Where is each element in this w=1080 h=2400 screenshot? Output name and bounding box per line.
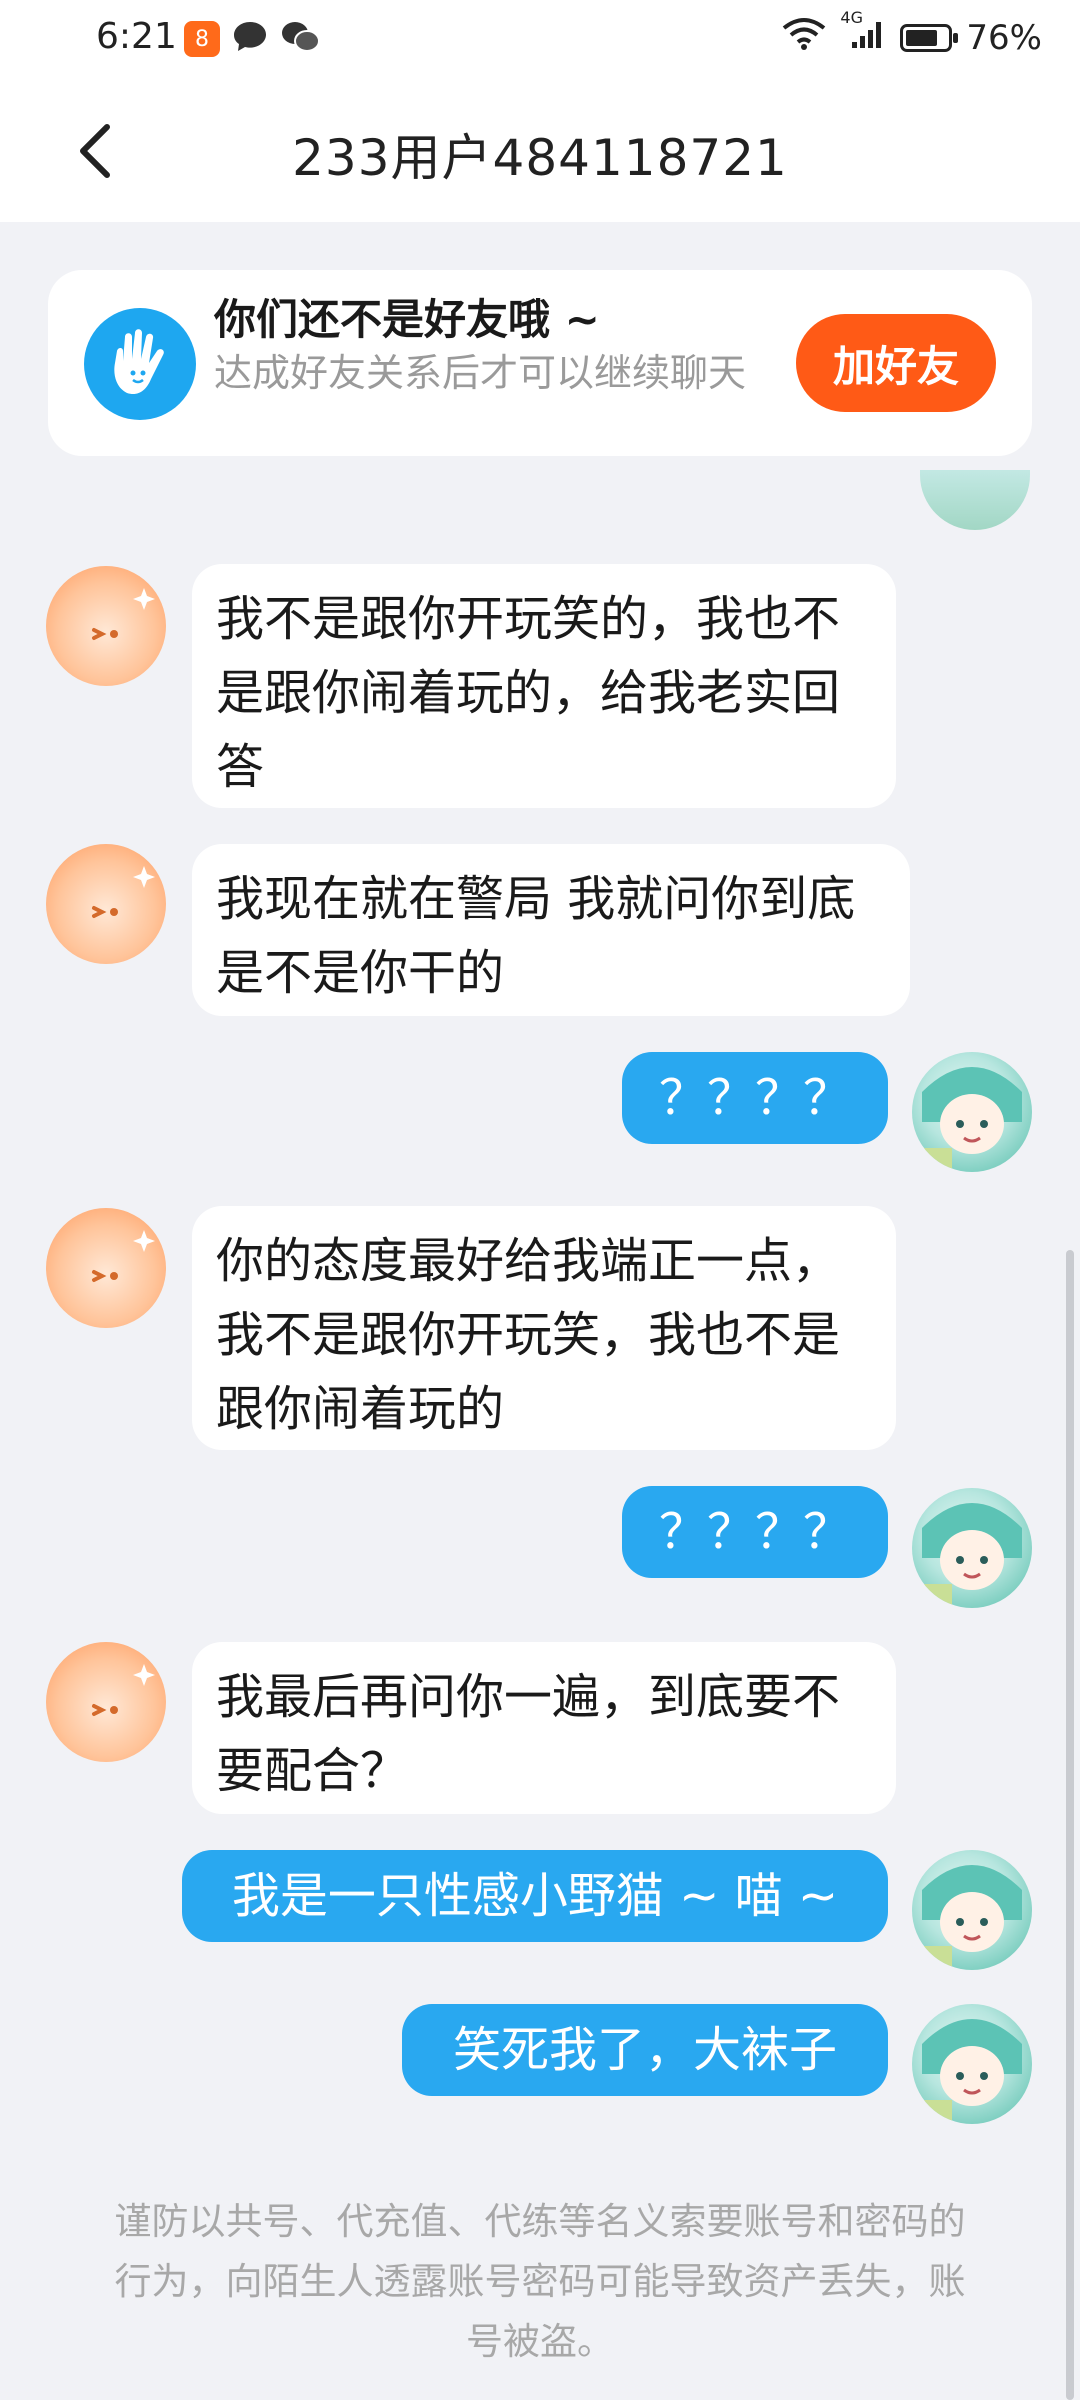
other-avatar[interactable] xyxy=(46,1642,166,1762)
message-bubble-received[interactable]: 你的态度最好给我端正一点，我不是跟你开玩笑，我也不是跟你闹着玩的 xyxy=(192,1206,896,1450)
avatar-face-icon xyxy=(92,588,155,640)
battery-icon xyxy=(900,23,959,52)
other-avatar[interactable] xyxy=(46,566,166,686)
avatar-face-icon xyxy=(92,866,155,918)
status-bar: 6:21 8 4G 76% xyxy=(0,0,1080,80)
other-avatar[interactable] xyxy=(46,844,166,964)
friend-notice-card: 你们还不是好友哦 ~ 达成好友关系后才可以继续聊天 加好友 xyxy=(48,270,1032,456)
message-bubble-sent[interactable]: ？？？？ xyxy=(622,1052,888,1144)
message-bubble-sent[interactable]: 笑死我了，大袜子 xyxy=(402,2004,888,2096)
signal-icon: 4G xyxy=(840,8,886,59)
message-bubble-received[interactable]: 我不是跟你开玩笑的，我也不是跟你闹着玩的，给我老实回答 xyxy=(192,564,896,808)
message-bubble-sent[interactable]: 我是一只性感小野猫 ~ 喵 ~ xyxy=(182,1850,888,1942)
avatar-face-icon xyxy=(92,1230,155,1282)
message-bubble-sent[interactable]: ？？？？ xyxy=(622,1486,888,1578)
self-avatar[interactable] xyxy=(912,1850,1032,1970)
friend-notice-subtitle: 达成好友关系后才可以继续聊天 xyxy=(214,351,747,395)
message-bubble-icon xyxy=(232,20,268,58)
avatar-character-icon xyxy=(912,1503,1022,1608)
wechat-icon xyxy=(280,20,320,58)
battery-level xyxy=(906,29,937,46)
friend-notice-title: 你们还不是好友哦 ~ xyxy=(214,295,600,344)
message-bubble-received[interactable]: 我最后再问你一遍，到底要不要配合？ xyxy=(192,1642,896,1814)
avatar-character-icon xyxy=(912,2019,1022,2124)
self-avatar[interactable] xyxy=(912,1488,1032,1608)
avatar-character-icon xyxy=(912,1067,1022,1172)
message-bubble-received[interactable]: 我现在就在警局 我就问你到底是不是你干的 xyxy=(192,844,910,1016)
chat-header: 233用户484118721 xyxy=(0,80,1080,222)
notification-icons: 8 xyxy=(184,20,320,58)
avatar-face-icon xyxy=(92,1664,155,1716)
page-title: 233用户484118721 xyxy=(292,129,788,187)
avatar-character-icon xyxy=(912,1865,1022,1970)
scrollbar[interactable] xyxy=(1066,1250,1074,2400)
security-warning: 谨防以共号、代充值、代练等名义索要账号和密码的行为，向陌生人透露账号密码可能导致… xyxy=(114,2200,966,2363)
other-avatar[interactable] xyxy=(46,1208,166,1328)
self-avatar[interactable] xyxy=(912,2004,1032,2124)
self-avatar[interactable] xyxy=(912,1052,1032,1172)
status-time: 6:21 xyxy=(96,16,177,57)
wifi-icon xyxy=(782,16,826,59)
app-badge-icon: 8 xyxy=(184,21,220,57)
wave-hand-icon xyxy=(84,308,196,420)
battery-percent: 76% xyxy=(966,17,1042,58)
system-indicators: 4G 76% xyxy=(782,8,1042,59)
add-friend-button[interactable]: 加好友 xyxy=(796,314,996,412)
avatar-partial xyxy=(920,470,1030,530)
network-type: 4G xyxy=(840,8,863,27)
